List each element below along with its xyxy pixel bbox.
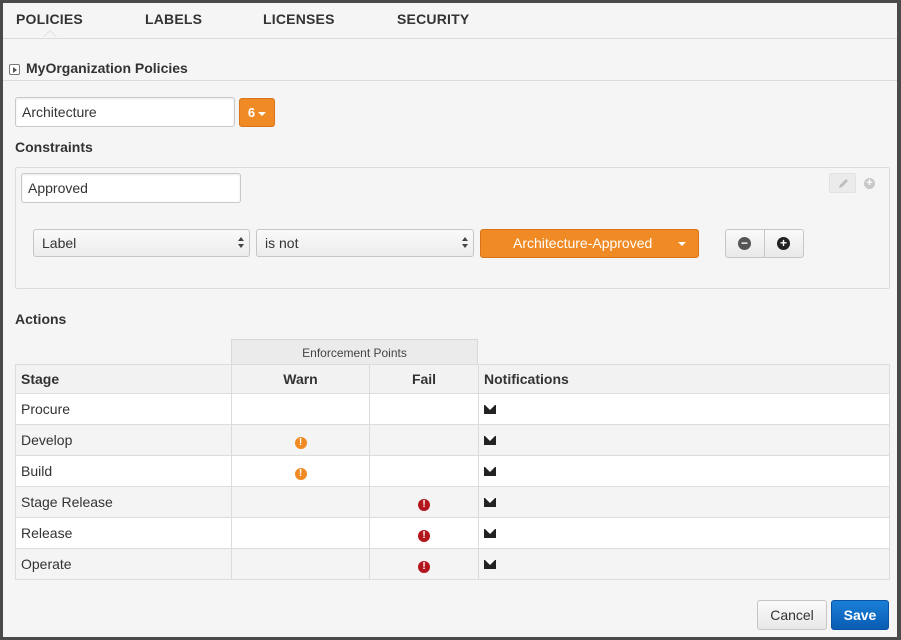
label-value-dropdown[interactable]: Architecture-Approved	[480, 229, 699, 258]
warn-cell[interactable]	[231, 486, 370, 518]
notifications-cell	[478, 424, 890, 456]
warn-cell[interactable]: !	[231, 424, 370, 456]
collapse-toggle-icon[interactable]	[9, 64, 20, 75]
section-header: MyOrganization Policies	[3, 57, 897, 81]
notifications-cell	[478, 455, 890, 487]
label-value-text: Architecture-Approved	[513, 235, 653, 251]
field-select[interactable]: Label	[33, 229, 250, 257]
tab-policies[interactable]: POLICIES	[16, 11, 83, 27]
error-icon: !	[418, 498, 430, 511]
cancel-button[interactable]: Cancel	[757, 600, 827, 630]
enforcement-points-header: Enforcement Points	[231, 339, 478, 365]
notifications-cell	[478, 486, 890, 518]
warn-cell[interactable]	[231, 517, 370, 549]
policy-editor-window: POLICIES LABELS LICENSES SECURITY MyOrga…	[3, 3, 897, 637]
stage-cell: Build	[15, 455, 232, 487]
table-row: Operate!	[15, 548, 890, 580]
stage-cell: Release	[15, 517, 232, 549]
condition-button-group: − +	[725, 229, 804, 258]
section-title: MyOrganization Policies	[26, 60, 188, 76]
notifications-cell	[478, 517, 890, 549]
envelope-icon[interactable]	[484, 529, 496, 538]
pencil-icon	[839, 179, 848, 188]
policy-name-input[interactable]	[15, 97, 235, 127]
table-row: Build!	[15, 455, 890, 487]
actions-table: Stage Warn Fail Notifications Procure Dev…	[15, 364, 890, 580]
edit-constraint-button[interactable]	[829, 173, 856, 193]
tab-labels[interactable]: LABELS	[145, 11, 202, 27]
table-row: Stage Release!	[15, 486, 890, 518]
col-notifications: Notifications	[478, 364, 890, 394]
error-icon: !	[418, 560, 430, 573]
warn-cell[interactable]	[231, 393, 370, 425]
warn-cell[interactable]	[231, 548, 370, 580]
error-icon: !	[418, 529, 430, 542]
warning-icon: !	[294, 467, 307, 480]
warn-cell[interactable]: !	[231, 455, 370, 487]
actions-heading: Actions	[15, 311, 67, 327]
save-button[interactable]: Save	[831, 600, 889, 630]
table-row: Procure	[15, 393, 890, 425]
col-stage: Stage	[15, 364, 232, 394]
fail-cell[interactable]	[369, 424, 479, 456]
fail-cell[interactable]	[369, 393, 479, 425]
envelope-icon[interactable]	[484, 498, 496, 507]
table-header-row: Stage Warn Fail Notifications	[15, 364, 890, 394]
warning-icon: !	[294, 436, 307, 449]
fail-cell[interactable]: !	[369, 517, 479, 549]
envelope-icon[interactable]	[484, 436, 496, 445]
fail-cell[interactable]	[369, 455, 479, 487]
operator-select[interactable]: is not	[256, 229, 474, 257]
stage-cell: Operate	[15, 548, 232, 580]
button-divider	[764, 230, 765, 257]
stage-cell: Procure	[15, 393, 232, 425]
envelope-icon[interactable]	[484, 405, 496, 414]
envelope-icon[interactable]	[484, 560, 496, 569]
table-row: Release!	[15, 517, 890, 549]
select-arrows-icon	[462, 237, 468, 249]
col-warn: Warn	[231, 364, 370, 394]
active-tab-indicator	[43, 30, 57, 37]
tab-licenses[interactable]: LICENSES	[263, 11, 335, 27]
constraint-name-input[interactable]	[21, 173, 241, 203]
actions-table-body: Procure Develop! Build! Stage Release! Relea…	[15, 393, 890, 580]
fail-cell[interactable]: !	[369, 486, 479, 518]
fail-cell[interactable]: !	[369, 548, 479, 580]
notifications-cell	[478, 548, 890, 580]
caret-down-icon	[258, 111, 267, 116]
envelope-icon[interactable]	[484, 467, 496, 476]
field-select-value: Label	[42, 235, 77, 251]
add-constraint-icon[interactable]: +	[864, 178, 875, 189]
tab-bar: POLICIES LABELS LICENSES SECURITY	[3, 3, 897, 39]
tab-security[interactable]: SECURITY	[397, 11, 469, 27]
remove-condition-button[interactable]: −	[738, 237, 751, 250]
caret-down-icon	[678, 242, 686, 246]
select-arrows-icon	[238, 237, 244, 249]
operator-select-value: is not	[265, 235, 299, 251]
table-row: Develop!	[15, 424, 890, 456]
stage-cell: Stage Release	[15, 486, 232, 518]
col-fail: Fail	[369, 364, 479, 394]
notifications-cell	[478, 393, 890, 425]
stage-cell: Develop	[15, 424, 232, 456]
threat-level-value: 6	[247, 105, 256, 120]
add-condition-button[interactable]: +	[777, 237, 790, 250]
threat-level-dropdown[interactable]: 6	[239, 98, 275, 127]
constraints-heading: Constraints	[15, 139, 93, 155]
